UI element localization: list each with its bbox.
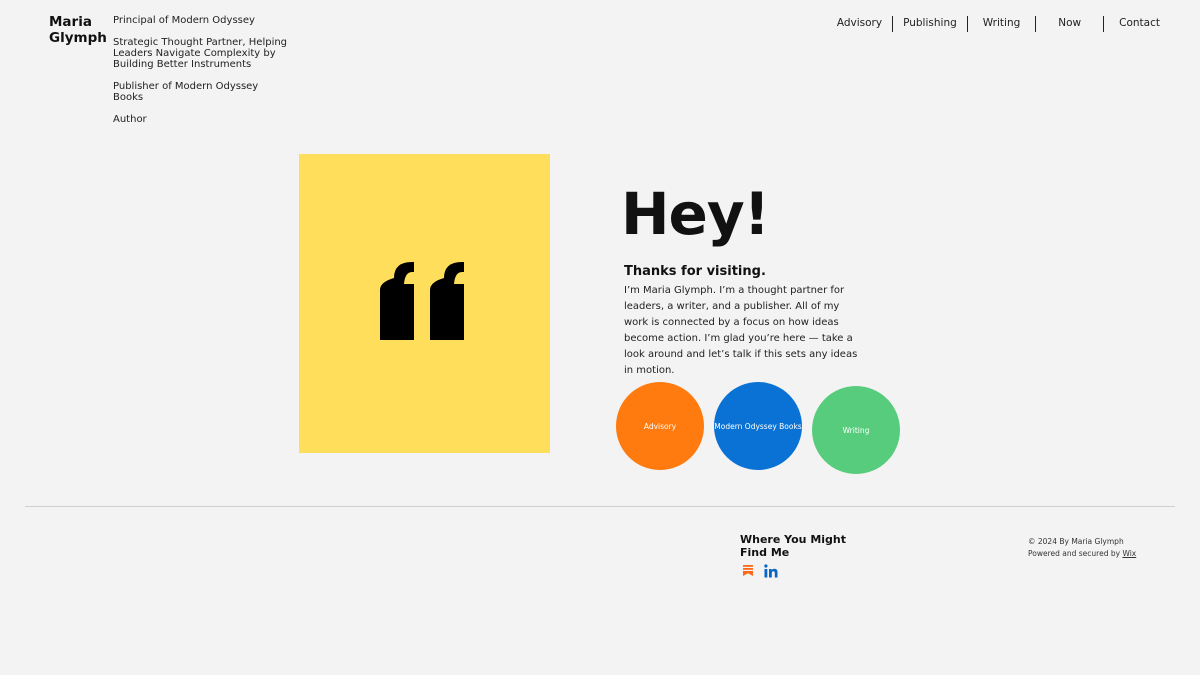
powered-by-text: Powered and secured by [1028, 549, 1121, 558]
wix-link[interactable]: Wix [1122, 549, 1136, 558]
site-name[interactable]: Maria Glymph [49, 14, 119, 46]
copyright-text: © 2024 By Maria Glymph [1028, 537, 1124, 546]
tagline-thought-partner: Strategic Thought Partner, Helping Leade… [113, 37, 288, 70]
linkedin-icon[interactable] [763, 563, 778, 578]
find-me-title: Where You Might Find Me [740, 533, 846, 559]
tagline-author: Author [113, 114, 147, 125]
nav-publishing[interactable]: Publishing [893, 15, 967, 32]
quote-icon [299, 154, 550, 453]
advisory-circle-button[interactable]: Advisory [616, 382, 704, 470]
hero-heading: Hey! [621, 180, 770, 248]
nav-now[interactable]: Now [1036, 15, 1103, 32]
nav-contact[interactable]: Contact [1104, 15, 1164, 32]
hero-subheading: Thanks for visiting. [624, 264, 766, 279]
social-links [740, 563, 778, 578]
tagline-publisher: Publisher of Modern Odyssey Books [113, 81, 259, 103]
copyright: © 2024 By Maria Glymph Powered and secur… [1028, 536, 1136, 560]
main-nav: Advisory Publishing Writing Now Contact [827, 15, 1164, 32]
modern-odyssey-books-circle-button[interactable]: Modern Odyssey Books [714, 382, 802, 470]
nav-advisory[interactable]: Advisory [827, 15, 892, 32]
taglines: Principal of Modern Odyssey Strategic Th… [113, 15, 288, 136]
quote-block [299, 154, 550, 453]
tagline-principal: Principal of Modern Odyssey [113, 15, 255, 26]
footer-divider [25, 506, 1175, 507]
nav-writing[interactable]: Writing [968, 15, 1036, 32]
writing-circle-button[interactable]: Writing [812, 386, 900, 474]
substack-icon[interactable] [740, 563, 755, 578]
powered-by: Powered and secured by Wix [1028, 548, 1136, 560]
hero-intro: I’m Maria Glymph. I’m a thought partner … [624, 285, 858, 376]
